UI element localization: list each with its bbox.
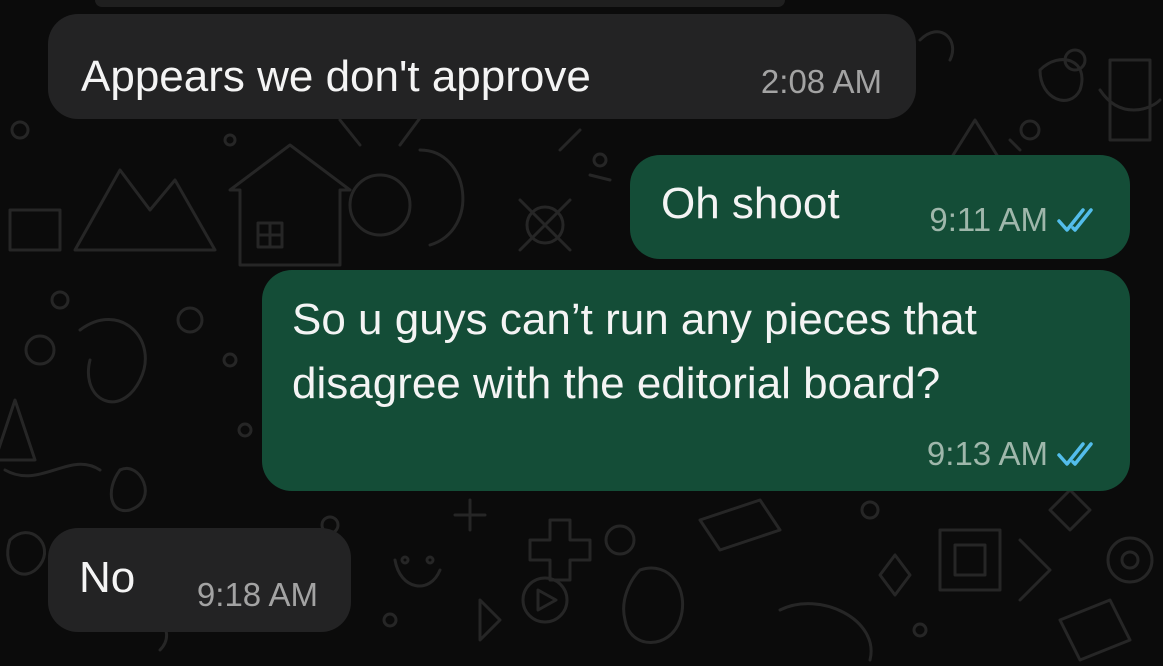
outgoing-message[interactable]: Oh shoot 9:11 AM [630,155,1130,259]
double-check-icon [1057,442,1093,466]
message-text: Appears we don't approve [81,52,591,101]
message-time: 9:11 AM [929,201,1048,238]
message-time: 2:08 AM [760,63,882,100]
previous-message-edge [95,0,785,7]
message-meta: 2:08 AM [761,63,882,101]
message-text-line: So u guys can’t run any pieces that [292,295,977,344]
incoming-message[interactable]: Appears we don't approve 2:08 AM [48,14,916,119]
message-meta: 9:13 AM [927,435,1100,473]
double-check-icon [1057,208,1093,232]
message-time: 9:13 AM [926,435,1048,472]
message-meta: 9:11 AM [929,201,1100,239]
outgoing-message[interactable]: So u guys can’t run any pieces that disa… [262,270,1130,491]
message-meta: 9:18 AM [197,576,318,614]
message-text: Oh shoot [661,179,840,228]
message-time: 9:18 AM [196,576,318,613]
message-text: No [79,553,136,602]
message-text-line: disagree with the editorial board? [292,359,941,408]
incoming-message[interactable]: No 9:18 AM [48,528,351,632]
